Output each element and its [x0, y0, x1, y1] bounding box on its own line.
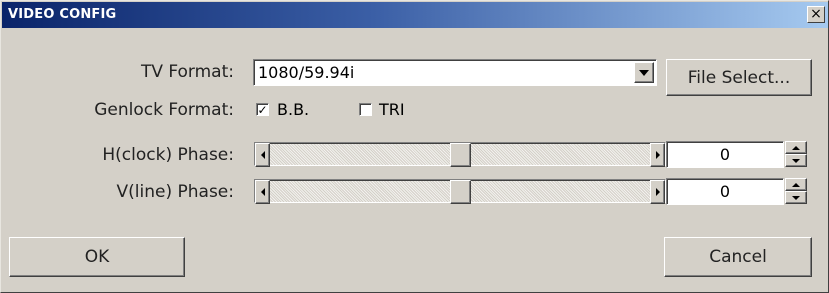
h-phase-value: 0 — [719, 145, 731, 164]
tv-format-select[interactable]: 1080/59.94i — [253, 59, 657, 86]
checkmark-icon: ✓ — [257, 102, 268, 117]
ok-button[interactable]: OK — [9, 237, 185, 277]
v-phase-slider-thumb[interactable] — [450, 180, 471, 204]
h-phase-scroll-left-button[interactable] — [255, 143, 270, 167]
tri-label: TRI — [379, 100, 405, 119]
spin-down-icon — [792, 195, 800, 200]
h-phase-spin-up-button[interactable] — [785, 141, 807, 154]
v-phase-scroll-left-button[interactable] — [255, 180, 270, 204]
v-phase-label: V(line) Phase: — [116, 182, 234, 202]
tv-format-value: 1080/59.94i — [258, 63, 355, 82]
video-config-dialog: VIDEO CONFIG × TV Format: 1080/59.94i Fi… — [0, 0, 829, 293]
h-phase-scroll-right-button[interactable] — [650, 143, 665, 167]
scroll-right-icon — [655, 188, 660, 196]
v-phase-spinner[interactable] — [785, 178, 807, 205]
v-phase-input[interactable]: 0 — [666, 178, 784, 205]
h-phase-spin-down-button[interactable] — [785, 154, 807, 167]
spin-up-icon — [792, 145, 800, 150]
tv-format-label: TV Format: — [140, 62, 234, 82]
scroll-left-icon — [260, 188, 265, 196]
close-icon: × — [810, 6, 822, 22]
v-phase-scroll-right-button[interactable] — [650, 180, 665, 204]
scroll-left-icon — [260, 151, 265, 159]
close-button[interactable]: × — [807, 6, 825, 23]
file-select-button[interactable]: File Select... — [666, 59, 812, 96]
v-phase-spin-down-button[interactable] — [785, 191, 807, 204]
cancel-button[interactable]: Cancel — [664, 237, 812, 277]
v-phase-slider[interactable] — [254, 179, 666, 204]
h-phase-slider-thumb[interactable] — [450, 143, 471, 167]
tv-format-dropdown-button[interactable] — [634, 62, 654, 83]
dropdown-arrow-icon — [639, 69, 649, 76]
h-phase-input[interactable]: 0 — [666, 141, 784, 168]
window-title: VIDEO CONFIG — [8, 7, 117, 22]
title-bar[interactable]: VIDEO CONFIG × — [2, 2, 828, 28]
genlock-format-label: Genlock Format: — [94, 100, 234, 120]
h-phase-label: H(clock) Phase: — [102, 145, 234, 165]
spin-up-icon — [792, 182, 800, 187]
h-phase-spinner[interactable] — [785, 141, 807, 168]
v-phase-value: 0 — [719, 182, 731, 201]
spin-down-icon — [792, 158, 800, 163]
bb-label: B.B. — [277, 100, 310, 119]
scroll-right-icon — [655, 151, 660, 159]
bb-checkbox[interactable]: ✓ — [256, 103, 269, 116]
v-phase-spin-up-button[interactable] — [785, 178, 807, 191]
h-phase-slider[interactable] — [254, 142, 666, 167]
tri-checkbox[interactable] — [359, 103, 372, 116]
